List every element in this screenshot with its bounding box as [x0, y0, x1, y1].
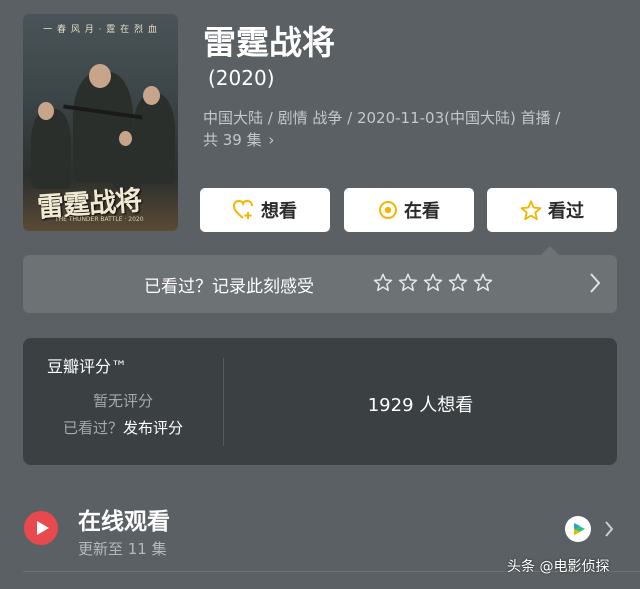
- star-outline-icon[interactable]: [473, 273, 493, 292]
- poster-sub-text: THE THUNDER BATTLE · 2020: [55, 216, 144, 223]
- watching-label: 在看: [404, 201, 440, 222]
- watched-label: 看过: [548, 201, 584, 222]
- star-icon: [520, 199, 542, 220]
- publish-rating-row[interactable]: 已看过？发布评分: [23, 417, 223, 438]
- chevron-right-icon[interactable]: [589, 272, 601, 294]
- release-year: (2020): [208, 66, 275, 90]
- star-outline-icon[interactable]: [373, 273, 393, 292]
- online-watch-subtitle: 更新至 11 集: [78, 540, 167, 558]
- want-to-watch-button[interactable]: 想看: [200, 188, 330, 232]
- rating-label: 豆瓣评分™: [47, 357, 128, 376]
- panel-notch: [540, 246, 560, 256]
- watermark: 头条 @电影侦探: [507, 559, 610, 575]
- chevron-right-icon: ›: [263, 131, 275, 149]
- watched-button[interactable]: 看过: [487, 188, 617, 232]
- record-prompt: 已看过？记录此刻感受: [144, 277, 314, 297]
- publish-rating-link[interactable]: 发布评分: [123, 419, 183, 437]
- poster-top-text: 一 春 风 月 · 霆 在 烈 血: [43, 25, 158, 35]
- watching-button[interactable]: 在看: [344, 188, 474, 232]
- page-title: 雷霆战将: [203, 23, 335, 62]
- want-to-watch-label: 想看: [261, 201, 297, 222]
- play-icon: [24, 511, 58, 545]
- meta-line-1: 中国大陆 / 剧情 战争 / 2020-11-03(中国大陆) 首播 /: [203, 109, 561, 127]
- want-count: 1929 人想看: [367, 395, 474, 416]
- target-icon: [379, 201, 397, 219]
- star-outline-icon[interactable]: [448, 273, 468, 292]
- video-source-icon: [565, 516, 591, 542]
- chevron-right-icon: [605, 521, 614, 537]
- poster-image[interactable]: 一 春 风 月 · 霆 在 烈 血 雷霆战将 THE THUNDER BATTL…: [23, 14, 178, 231]
- star-rating-input[interactable]: [373, 273, 493, 292]
- meta-info[interactable]: 中国大陆 / 剧情 战争 / 2020-11-03(中国大陆) 首播 / 共 3…: [203, 107, 613, 151]
- record-feeling-panel[interactable]: 已看过？记录此刻感受: [23, 246, 617, 313]
- meta-line-2: 共 39 集 ›: [203, 129, 613, 151]
- douban-rating-card: 豆瓣评分™ 暂无评分 已看过？发布评分 1929 人想看: [23, 338, 617, 465]
- no-rating-text: 暂无评分: [92, 392, 153, 410]
- episode-count: 共 39 集: [203, 131, 262, 149]
- star-outline-icon[interactable]: [423, 273, 443, 292]
- online-watch-title: 在线观看: [78, 509, 170, 535]
- heart-plus-icon: [233, 200, 253, 219]
- seen-prefix: 已看过？: [62, 419, 123, 437]
- star-outline-icon[interactable]: [398, 273, 418, 292]
